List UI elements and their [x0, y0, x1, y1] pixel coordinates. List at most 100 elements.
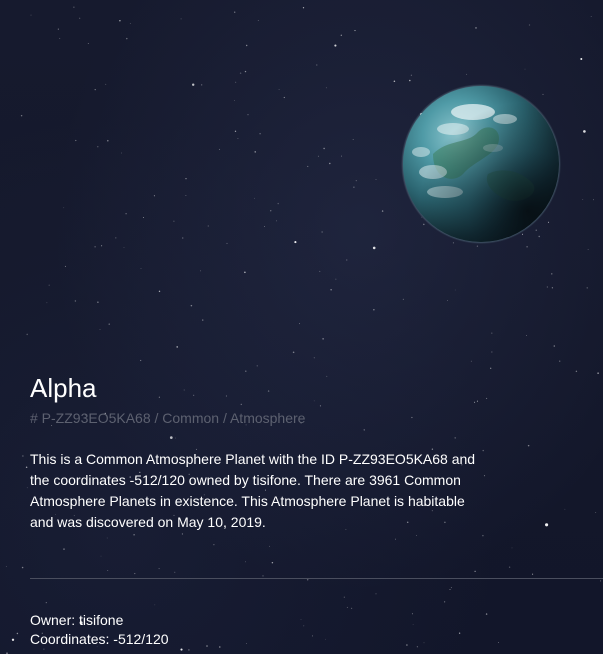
star	[237, 137, 239, 140]
star	[326, 375, 328, 377]
star	[133, 534, 135, 536]
star	[257, 20, 259, 21]
star	[354, 30, 356, 32]
star	[108, 323, 110, 325]
star	[87, 43, 89, 45]
star	[582, 199, 584, 200]
star	[313, 357, 315, 359]
star	[372, 246, 376, 250]
star	[307, 165, 309, 167]
star	[325, 87, 327, 89]
planet-name: Alpha	[30, 373, 97, 403]
star	[200, 270, 202, 272]
star	[20, 114, 23, 117]
star	[100, 555, 102, 557]
star	[25, 466, 28, 468]
star	[545, 523, 549, 527]
star	[474, 570, 476, 572]
star	[63, 207, 65, 209]
star	[158, 568, 160, 570]
owner-row: Owner: tisifone	[30, 611, 123, 629]
star	[444, 601, 446, 603]
star	[181, 533, 183, 535]
star	[153, 195, 155, 197]
star	[490, 367, 492, 369]
planet-description: This is a Common Atmosphere Planet with …	[30, 451, 476, 530]
star	[600, 580, 601, 582]
star	[343, 596, 345, 598]
star	[119, 20, 121, 22]
planet-detail-page: Alpha # P-ZZ93EO5KA68 / Common / Atmosph…	[0, 0, 603, 654]
star	[590, 16, 592, 17]
star	[264, 226, 265, 227]
star	[564, 508, 566, 510]
star	[470, 360, 472, 362]
star	[346, 606, 348, 608]
star	[43, 648, 45, 650]
star	[226, 242, 228, 244]
star	[16, 632, 19, 635]
star	[411, 613, 413, 615]
star	[340, 34, 342, 36]
star	[75, 139, 77, 142]
star	[240, 403, 243, 406]
star	[375, 179, 377, 181]
star	[312, 635, 313, 637]
owner-value[interactable]: tisifone	[79, 612, 123, 628]
star	[129, 23, 131, 25]
star	[5, 565, 7, 567]
star	[121, 152, 123, 154]
star	[158, 290, 161, 293]
star	[352, 138, 354, 141]
star	[411, 416, 413, 419]
star	[275, 220, 277, 222]
star	[234, 130, 237, 132]
star	[256, 365, 258, 367]
star	[381, 210, 384, 212]
star	[183, 389, 185, 391]
star	[123, 246, 125, 248]
star	[259, 133, 261, 135]
star	[526, 335, 527, 336]
star	[101, 245, 103, 247]
star	[458, 632, 461, 634]
star	[134, 573, 136, 575]
star	[416, 646, 419, 648]
coordinates-row: Coordinates: -512/120	[30, 630, 169, 648]
star	[393, 80, 396, 83]
star	[483, 475, 486, 477]
star	[466, 73, 468, 75]
star	[201, 84, 203, 86]
star	[335, 278, 337, 280]
star	[278, 89, 280, 90]
star	[595, 512, 597, 513]
star	[107, 570, 109, 571]
star	[270, 210, 272, 212]
star	[532, 573, 534, 575]
star	[283, 96, 285, 99]
star	[302, 7, 305, 9]
star	[412, 624, 414, 625]
owner-label: Owner:	[30, 612, 76, 628]
star	[373, 309, 375, 311]
star	[271, 561, 274, 564]
star	[350, 607, 353, 610]
star	[313, 400, 315, 402]
star	[125, 213, 127, 215]
star	[97, 146, 99, 148]
star	[247, 114, 249, 116]
star	[269, 545, 270, 547]
star	[219, 646, 221, 648]
star	[508, 566, 511, 568]
star	[21, 566, 24, 569]
star	[580, 58, 583, 60]
star	[341, 155, 343, 157]
star	[322, 338, 324, 340]
planet-image	[393, 84, 569, 244]
star	[115, 237, 117, 239]
star	[140, 359, 142, 362]
star	[526, 246, 528, 248]
star	[142, 216, 144, 218]
star	[321, 231, 323, 233]
star	[26, 487, 28, 489]
